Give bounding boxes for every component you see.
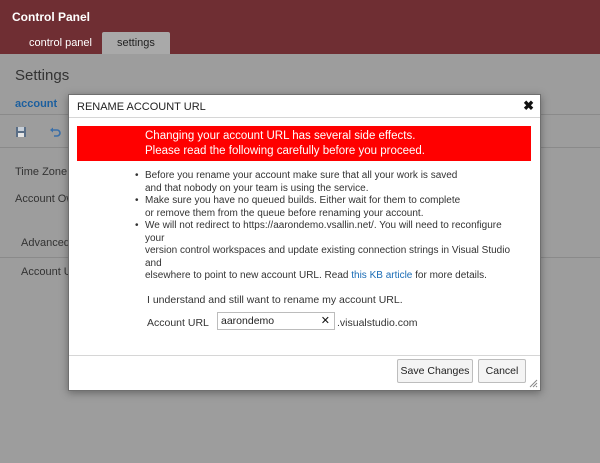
divider — [69, 355, 540, 356]
dialog-title: RENAME ACCOUNT URL — [77, 101, 206, 113]
url-suffix: .visualstudio.com — [337, 317, 418, 329]
rename-account-url-dialog: RENAME ACCOUNT URL ✖ Changing your accou… — [68, 94, 541, 391]
confirmation-text: I understand and still want to rename my… — [147, 294, 403, 306]
account-url-field: ✕ — [217, 312, 335, 330]
cancel-button[interactable]: Cancel — [478, 359, 526, 383]
page-title: Settings — [15, 67, 70, 84]
warning-line: Changing your account URL has several si… — [145, 130, 416, 142]
instructions-list: Before you rename your account make sure… — [135, 170, 515, 283]
tab-settings[interactable]: settings — [102, 32, 170, 54]
tab-control-panel[interactable]: control panel — [14, 32, 107, 54]
save-changes-button[interactable]: Save Changes — [397, 359, 473, 383]
account-url-label: Account URL — [147, 317, 209, 329]
account-url-input[interactable] — [218, 313, 318, 329]
app-title: Control Panel — [12, 10, 91, 24]
undo-icon[interactable] — [49, 126, 61, 138]
close-icon[interactable]: ✖ — [523, 98, 534, 114]
resize-grip-icon[interactable] — [528, 378, 538, 388]
kb-article-link[interactable]: this KB article — [351, 270, 412, 281]
time-zone-label: Time Zone — [15, 166, 68, 178]
dialog-content: Changing your account URL has several si… — [69, 118, 540, 355]
warning-banner: Changing your account URL has several si… — [77, 126, 531, 161]
list-item: We will not redirect to https://aarondem… — [135, 220, 515, 283]
account-link[interactable]: account — [15, 98, 57, 110]
clear-icon[interactable]: ✕ — [321, 314, 330, 327]
list-item: Make sure you have no queued builds. Eit… — [135, 195, 515, 220]
app-header: Control Panel control panel settings — [0, 0, 600, 54]
save-icon[interactable] — [15, 126, 27, 138]
warning-line: Please read the following carefully befo… — [145, 145, 426, 157]
list-item: Before you rename your account make sure… — [135, 170, 515, 195]
